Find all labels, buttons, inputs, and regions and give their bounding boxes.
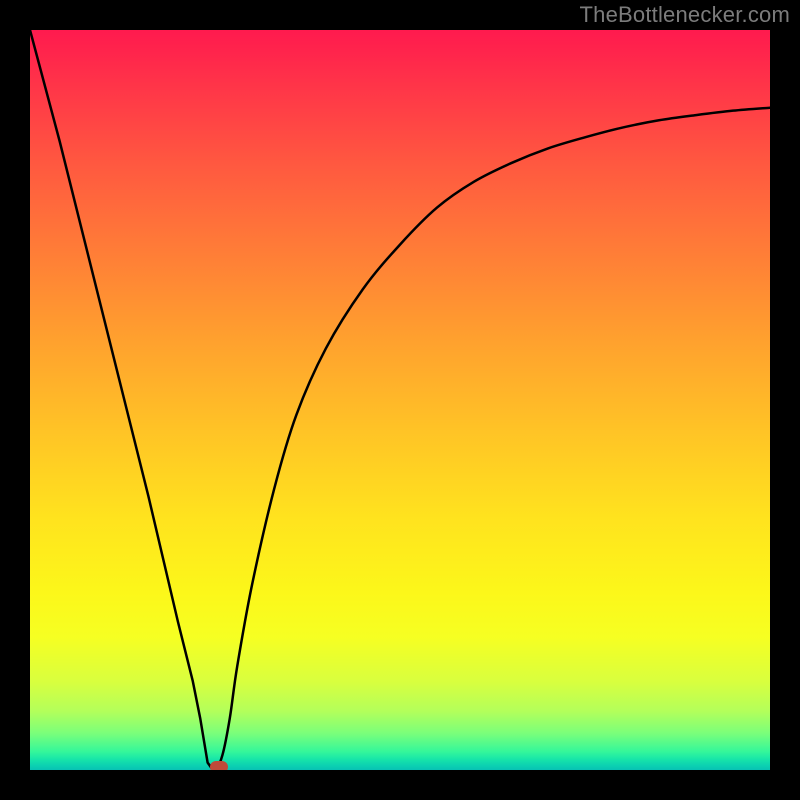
chart-frame: TheBottlenecker.com: [0, 0, 800, 800]
attribution-label: TheBottlenecker.com: [580, 2, 790, 28]
curve-layer: [30, 30, 770, 770]
bottleneck-curve: [30, 30, 770, 770]
notch-marker: [210, 761, 228, 770]
plot-area: [30, 30, 770, 770]
